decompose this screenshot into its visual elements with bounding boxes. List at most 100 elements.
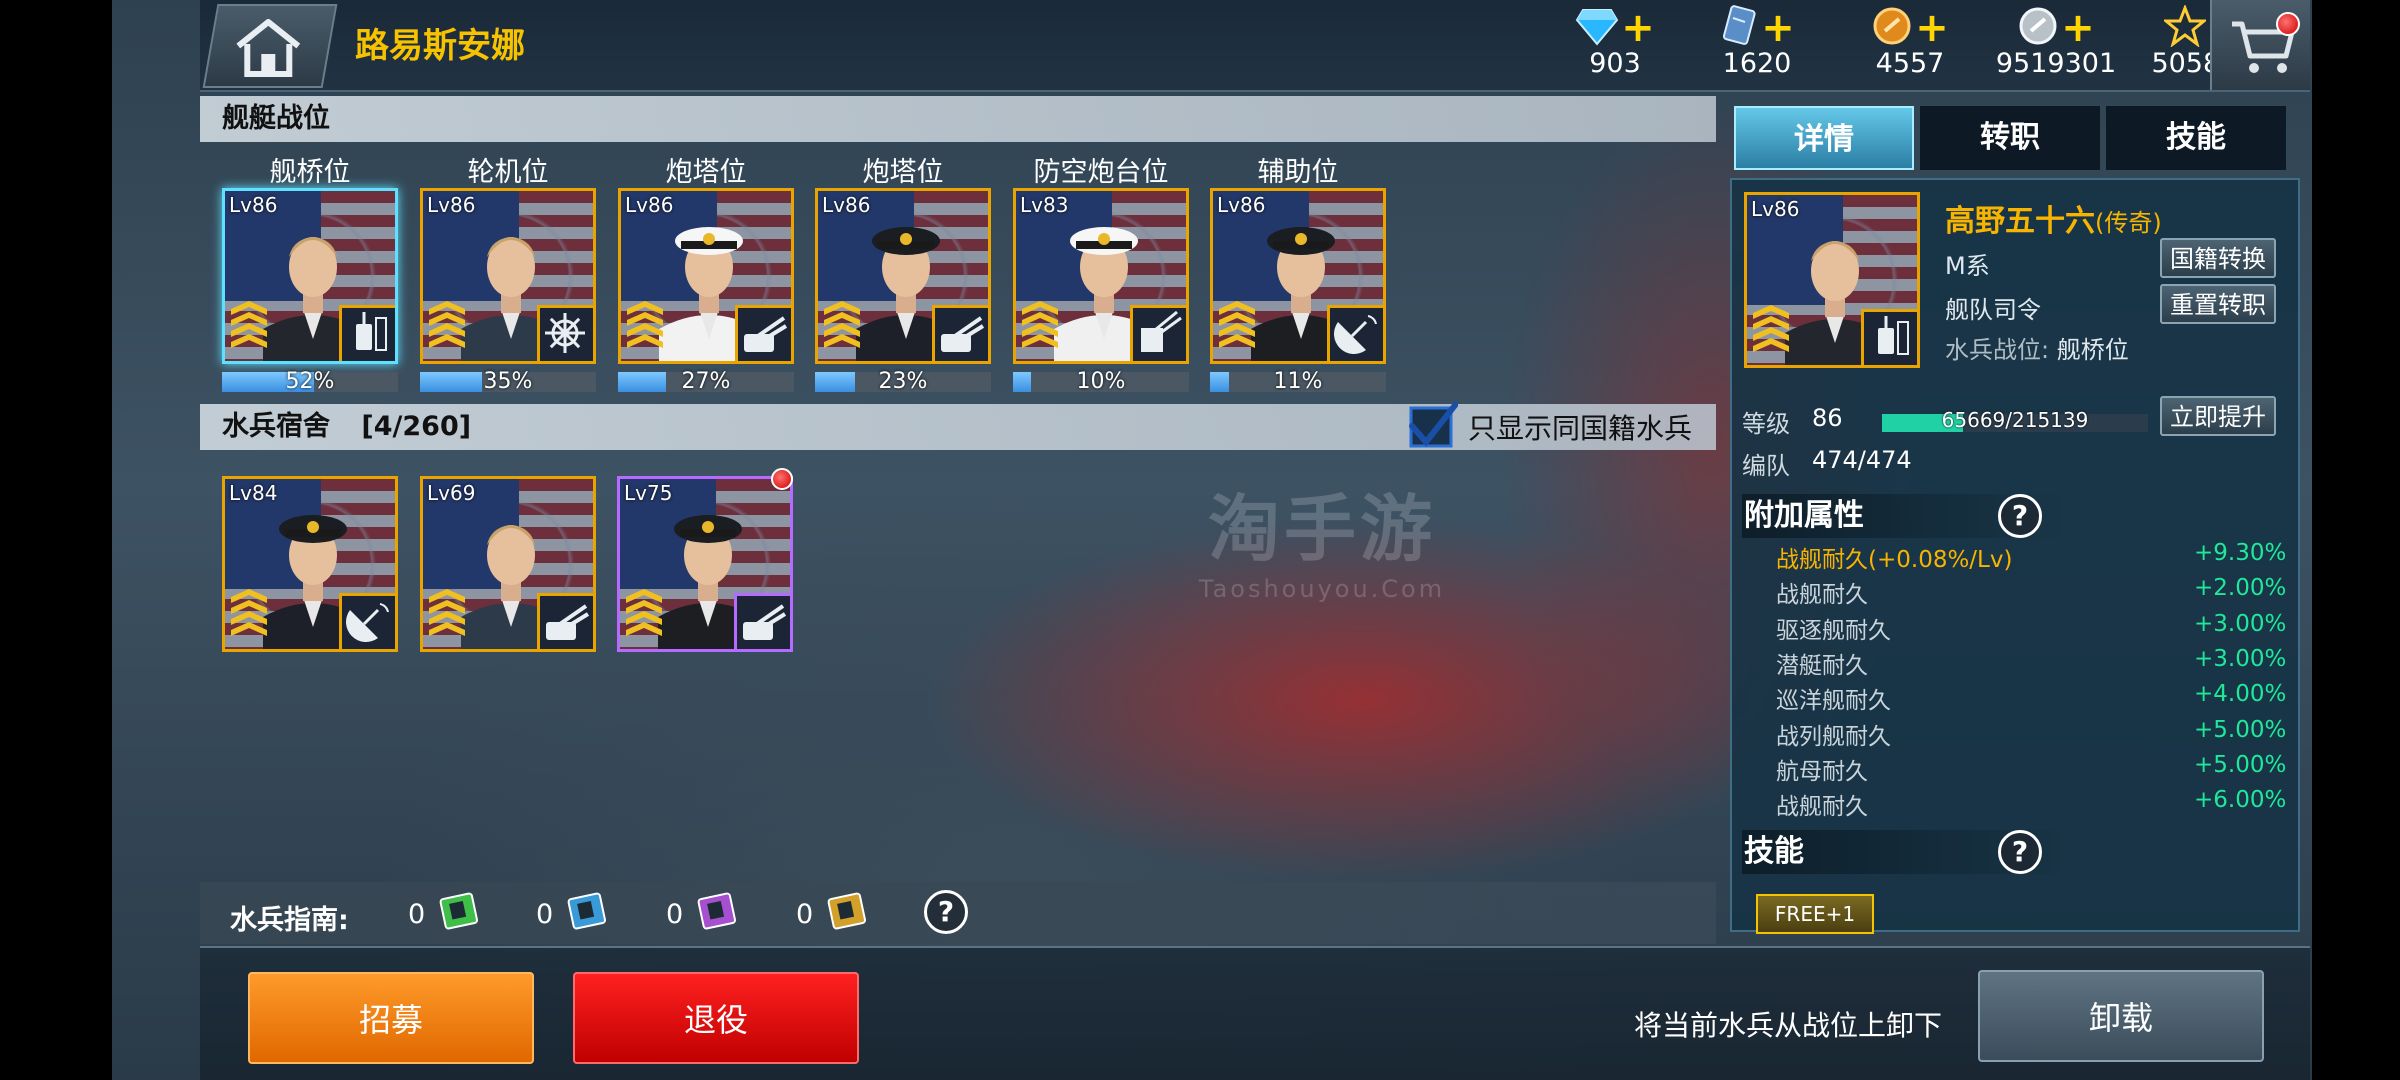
attribute-row: 潜艇耐久 +3.00% <box>1776 646 2286 681</box>
commander-portrait-card[interactable]: Lv86 <box>1744 192 1920 368</box>
slot-label: 辅助位 <box>1257 157 1339 188</box>
attribute-row: 战列舰耐久 +5.00% <box>1776 717 2286 752</box>
battle-positions-title: 舰艇战位 <box>222 103 330 134</box>
shop-cart-button[interactable] <box>2210 0 2310 90</box>
resource-blueprint[interactable]: + 1620 <box>1672 4 1842 79</box>
resource-gold[interactable]: + 4557 <box>1825 6 1995 79</box>
crew-level: Lv83 <box>1020 193 1069 217</box>
rank-chevron-icon <box>1020 295 1060 353</box>
tab-skills[interactable]: 技能 <box>2106 106 2286 170</box>
add-diamond-icon[interactable]: + <box>1621 8 1655 48</box>
crew-level: Lv86 <box>427 193 476 217</box>
battle-slot-card[interactable]: Lv86 <box>222 188 398 364</box>
crew-level: Lv84 <box>229 481 278 505</box>
ship-name: 路易斯安娜 <box>355 26 525 66</box>
rank-chevron-icon <box>229 295 269 353</box>
watermark-main: 淘手游 <box>1207 487 1436 571</box>
blue-guide-book-icon <box>563 890 613 938</box>
formation-label: 编队 <box>1742 452 1790 480</box>
dormitory-crew-card[interactable]: Lv84 <box>222 476 398 652</box>
attribute-value: +6.00% <box>2194 787 2287 814</box>
attributes-help-icon[interactable]: ? <box>1998 494 2042 538</box>
commander-position: 水兵战位: 舰桥位 <box>1945 330 2129 365</box>
retire-button[interactable]: 退役 <box>573 972 859 1064</box>
commander-name: 高野五十六(传奇) <box>1945 196 2162 240</box>
rank-chevron-icon <box>625 295 665 353</box>
battle-slot-card[interactable]: Lv86 <box>1210 188 1386 364</box>
guide-book-count: 0 <box>536 898 554 930</box>
skills-header: 技能 ? <box>1742 830 2072 874</box>
turret-icon <box>932 305 988 361</box>
attribute-row: 巡洋舰耐久 +4.00% <box>1776 681 2286 716</box>
recruit-button[interactable]: 招募 <box>248 972 534 1064</box>
guide-book-item[interactable]: 0 <box>666 892 743 934</box>
crew-level: Lv86 <box>822 193 871 217</box>
guide-help-icon[interactable]: ? <box>924 890 968 934</box>
battle-slot-card[interactable]: Lv86 <box>815 188 991 364</box>
attribute-row: 驱逐舰耐久 +3.00% <box>1776 611 2286 646</box>
slot-progress-text: 10% <box>1076 369 1126 394</box>
rank-chevron-icon <box>822 295 862 353</box>
attribute-name: 战舰耐久 <box>1776 582 1868 609</box>
attribute-name: 航母耐久 <box>1776 758 1868 785</box>
add-blueprint-icon[interactable]: + <box>1761 8 1795 48</box>
battle-slot-card[interactable]: Lv86 <box>420 188 596 364</box>
rank-chevron-icon <box>427 583 467 641</box>
commander-series: M系 <box>1945 252 1990 280</box>
resource-silver[interactable]: + 9519301 <box>1971 6 2141 79</box>
same-nationality-checkbox[interactable] <box>1408 401 1459 450</box>
slot-progress-text: 23% <box>878 369 928 394</box>
battle-slot-card[interactable]: Lv83 <box>1013 188 1189 364</box>
attribute-row: 战舰耐久 +2.00% <box>1776 575 2286 610</box>
commander-name-text: 高野五十六 <box>1945 204 2095 239</box>
attributes-header: 附加属性 ? <box>1742 494 2072 538</box>
crew-level: Lv75 <box>624 481 673 505</box>
slot-label: 防空炮台位 <box>1033 157 1169 188</box>
exp-text: 65669/215139 <box>1941 408 2089 432</box>
unload-hint-text: 将当前水兵从战位上卸下 <box>1634 1009 1943 1042</box>
watermark: 淘手游 Taoshouyou.Com <box>1172 470 1472 603</box>
skills-help-icon[interactable]: ? <box>1998 830 2042 874</box>
tab-job-change[interactable]: 转职 <box>1920 106 2100 170</box>
ship-wheel-icon <box>537 305 593 361</box>
slot-progress-text: 52% <box>285 369 335 394</box>
guide-book-item[interactable]: 0 <box>796 892 873 934</box>
guide-book-item[interactable]: 0 <box>536 892 613 934</box>
slot-label: 炮塔位 <box>862 157 944 188</box>
aa-gun-icon <box>1130 305 1186 361</box>
commander-info-box: Lv86 高野五十六(传奇) M系 舰队司令 水兵战位: 舰桥位 国籍转换 重置… <box>1730 178 2300 934</box>
attribute-value: +3.00% <box>2194 645 2287 672</box>
guide-book-count: 0 <box>796 898 814 930</box>
unload-button[interactable]: 卸载 <box>1978 970 2264 1062</box>
attribute-row: 战舰耐久 +6.00% <box>1776 787 2286 822</box>
blueprint-card-icon <box>1719 4 1759 52</box>
reset-job-button[interactable]: 重置转职 <box>2160 284 2276 324</box>
dormitory-crew-card[interactable]: Lv75 <box>617 476 793 652</box>
add-silver-icon[interactable]: + <box>2061 8 2095 48</box>
gold-guide-book-icon <box>823 890 873 938</box>
dormitory-crew-card[interactable]: Lv69 <box>420 476 596 652</box>
battle-positions-header: 舰艇战位 <box>200 96 1716 142</box>
commander-title: 舰队司令 <box>1945 296 2041 324</box>
add-gold-icon[interactable]: + <box>1915 8 1949 48</box>
gold-coin-icon <box>1871 5 1913 51</box>
slot-progress-text: 11% <box>1273 369 1323 394</box>
tab-details[interactable]: 详情 <box>1734 106 1914 170</box>
slot-progress-bar: 52% <box>222 369 398 394</box>
instant-upgrade-button[interactable]: 立即提升 <box>2160 396 2276 436</box>
same-nationality-label[interactable]: 只显示同国籍水兵 <box>1468 407 1692 447</box>
rank-chevron-icon <box>427 295 467 353</box>
watermark-sub: Taoshouyou.Com <box>1198 575 1446 603</box>
home-button[interactable] <box>202 4 338 88</box>
free-skill-badge[interactable]: FREE+1 <box>1756 894 1874 934</box>
level-label: 等级 <box>1742 410 1790 438</box>
guide-book-item[interactable]: 0 <box>408 892 485 934</box>
guide-book-count: 0 <box>666 898 684 930</box>
bottom-action-bar: 招募 退役 将当前水兵从战位上卸下 卸载 <box>200 946 2310 1080</box>
radar-dish-icon <box>339 593 395 649</box>
top-bar: 路易斯安娜 + 903 + 1620 + 4557 + 9519301 5058… <box>200 0 2310 92</box>
battle-slot-card[interactable]: Lv86 <box>618 188 794 364</box>
slot-progress-bar: 35% <box>420 369 596 394</box>
nationality-change-button[interactable]: 国籍转换 <box>2160 238 2276 278</box>
dormitory-count: [4/260] <box>361 411 472 442</box>
